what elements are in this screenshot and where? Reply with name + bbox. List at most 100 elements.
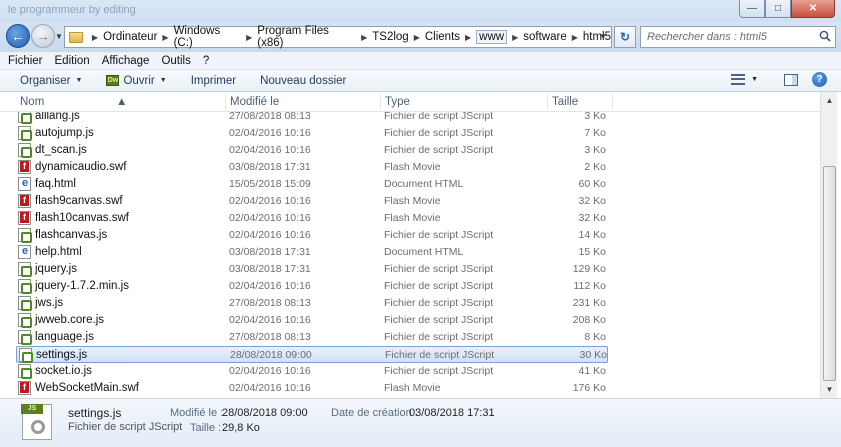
window-controls: — □ ✕ [739,0,835,18]
breadcrumb-item[interactable]: software [523,31,566,43]
back-button[interactable]: ← [6,24,30,48]
file-type: Flash Movie [384,382,441,394]
column-header-name[interactable]: Nom [20,96,44,108]
breadcrumb-separator-icon[interactable]: ▶ [246,33,252,42]
refresh-button[interactable]: ↻ [614,26,636,48]
js-file-icon [18,330,32,345]
gear-icon [31,420,45,434]
breadcrumb-separator-icon[interactable]: ▶ [361,33,367,42]
breadcrumb-separator-icon[interactable]: ▶ [162,33,168,42]
file-row[interactable]: settings.js 28/08/2018 09:00 Fichier de sc… [16,346,608,363]
file-name: socket.io.js [35,365,92,377]
file-row[interactable]: help.html 03/08/2018 17:31 Document HTML 15… [16,244,608,261]
file-type: Fichier de script JScript [384,331,494,343]
recent-pages-dropdown[interactable]: ▼ [55,32,63,41]
breadcrumb-item[interactable]: TS2log [372,31,408,43]
vertical-scrollbar[interactable]: ▲ ▼ [820,92,837,398]
breadcrumb-separator-icon[interactable]: ▶ [414,33,420,42]
breadcrumb-item[interactable]: Ordinateur [103,31,157,43]
scroll-thumb[interactable] [823,166,836,381]
address-bar[interactable]: ▶ Ordinateur ▶ Windows (C:) ▶ Program Files (… [64,25,612,49]
menu-item[interactable]: Affichage [102,55,150,67]
file-modified: 27/08/2018 08:13 [229,331,311,343]
folder-icon [69,31,83,43]
breadcrumb-separator-icon[interactable]: ▶ [572,33,578,42]
new-folder-button[interactable]: Nouveau dossier [260,75,346,87]
breadcrumb-item[interactable]: www [476,30,508,44]
file-row[interactable]: jwweb.core.js 02/04/2016 10:16 Fichier de … [16,312,608,329]
file-row[interactable]: autojump.js 02/04/2016 10:16 Fichier de sc… [16,125,608,142]
column-header-type[interactable]: Type [385,96,410,108]
file-type: Fichier de script JScript [384,314,494,326]
js-file-icon [18,126,32,141]
file-name: help.html [35,246,82,258]
file-row[interactable]: WebSocketMain.swf 02/04/2016 10:16 Flash M… [16,380,608,397]
file-row[interactable]: language.js 27/08/2018 08:13 Fichier de sc… [16,329,608,346]
menu-item[interactable]: Fichier [8,55,43,67]
file-type: Fichier de script JScript [384,127,494,139]
file-row[interactable]: flash9canvas.swf 02/04/2016 10:16 Flash Mo… [16,193,608,210]
file-row[interactable]: flash10canvas.swf 02/04/2016 10:16 Flash M… [16,210,608,227]
column-header-modified[interactable]: Modifié le [230,96,279,108]
file-name: autojump.js [35,127,94,139]
file-size: 129 Ko [572,263,606,275]
chevron-down-icon[interactable]: ▼ [751,76,758,83]
forward-button[interactable]: → [31,24,55,48]
file-type: Fichier de script JScript [384,144,494,156]
js-file-icon [18,112,32,124]
minimize-button[interactable]: — [739,0,765,18]
file-row[interactable]: dynamicaudio.swf 03/08/2018 17:31 Flash Mo… [16,159,608,176]
change-view-icon[interactable] [731,73,746,86]
file-row[interactable]: jws.js 27/08/2018 08:13 Fichier de script … [16,295,608,312]
search-icon[interactable] [819,30,831,42]
menu-item[interactable]: Edition [55,55,90,67]
maximize-button[interactable]: □ [765,0,791,18]
column-header-size[interactable]: Taille [552,96,578,108]
file-row[interactable]: flashcanvas.js 02/04/2016 10:16 Fichier de… [16,227,608,244]
file-row[interactable]: alllang.js 27/08/2018 08:13 Fichier de scr… [16,112,608,125]
breadcrumb-item[interactable]: Clients [425,31,460,43]
js-file-icon [18,228,32,243]
help-icon[interactable]: ? [812,72,827,87]
file-row[interactable]: faq.html 15/05/2018 15:09 Document HTML 60 … [16,176,608,193]
details-file-name: settings.js [68,406,122,420]
file-row[interactable]: jquery.js 03/08/2018 17:31 Fichier de scri… [16,261,608,278]
breadcrumb-separator-icon[interactable]: ▶ [465,33,471,42]
window-title: le programmeur by editing [8,4,136,16]
breadcrumb-item[interactable]: Program Files (x86) [257,25,356,49]
file-row[interactable]: jquery-1.7.2.min.js 02/04/2016 10:16 Fichi… [16,278,608,295]
search-box[interactable] [640,26,836,48]
open-label: Ouvrir [123,74,155,87]
breadcrumb-separator-icon[interactable]: ▶ [512,33,518,42]
file-modified: 15/05/2018 15:09 [229,178,311,190]
breadcrumb-separator-icon[interactable]: ▶ [92,33,98,42]
html-file-icon [18,177,31,191]
js-file-icon [18,296,32,311]
details-created-label: Date de création : [331,407,418,419]
new-folder-label: Nouveau dossier [260,74,347,87]
file-name: jquery-1.7.2.min.js [35,280,129,292]
file-name: jwweb.core.js [35,314,105,326]
maximize-icon: □ [774,3,782,14]
open-button[interactable]: Dw Ouvrir ▼ [106,74,167,87]
scroll-down-arrow-icon[interactable]: ▼ [821,381,838,398]
file-name: jquery.js [35,263,77,275]
file-row[interactable]: socket.io.js 02/04/2016 10:16 Fichier de s… [16,363,608,380]
scroll-up-arrow-icon[interactable]: ▲ [821,92,838,109]
file-row[interactable]: dt_scan.js 02/04/2016 10:16 Fichier de scr… [16,142,608,159]
organize-button[interactable]: Organiser ▼ [20,75,82,87]
file-name: jws.js [35,297,64,309]
close-button[interactable]: ✕ [791,0,835,18]
search-input[interactable] [641,27,811,47]
breadcrumb-item[interactable]: Windows (C:) [174,25,242,49]
menu-item[interactable]: ? [203,55,209,67]
file-name: faq.html [35,178,76,190]
menu-item[interactable]: Outils [161,55,190,67]
preview-pane-icon[interactable] [784,73,798,86]
file-modified: 02/04/2016 10:16 [229,212,311,224]
address-dropdown-icon[interactable]: ▼ [599,32,607,41]
js-file-icon [19,348,33,363]
file-modified: 02/04/2016 10:16 [229,382,311,394]
back-arrow-icon: ← [11,28,25,44]
print-button[interactable]: Imprimer [191,75,236,87]
